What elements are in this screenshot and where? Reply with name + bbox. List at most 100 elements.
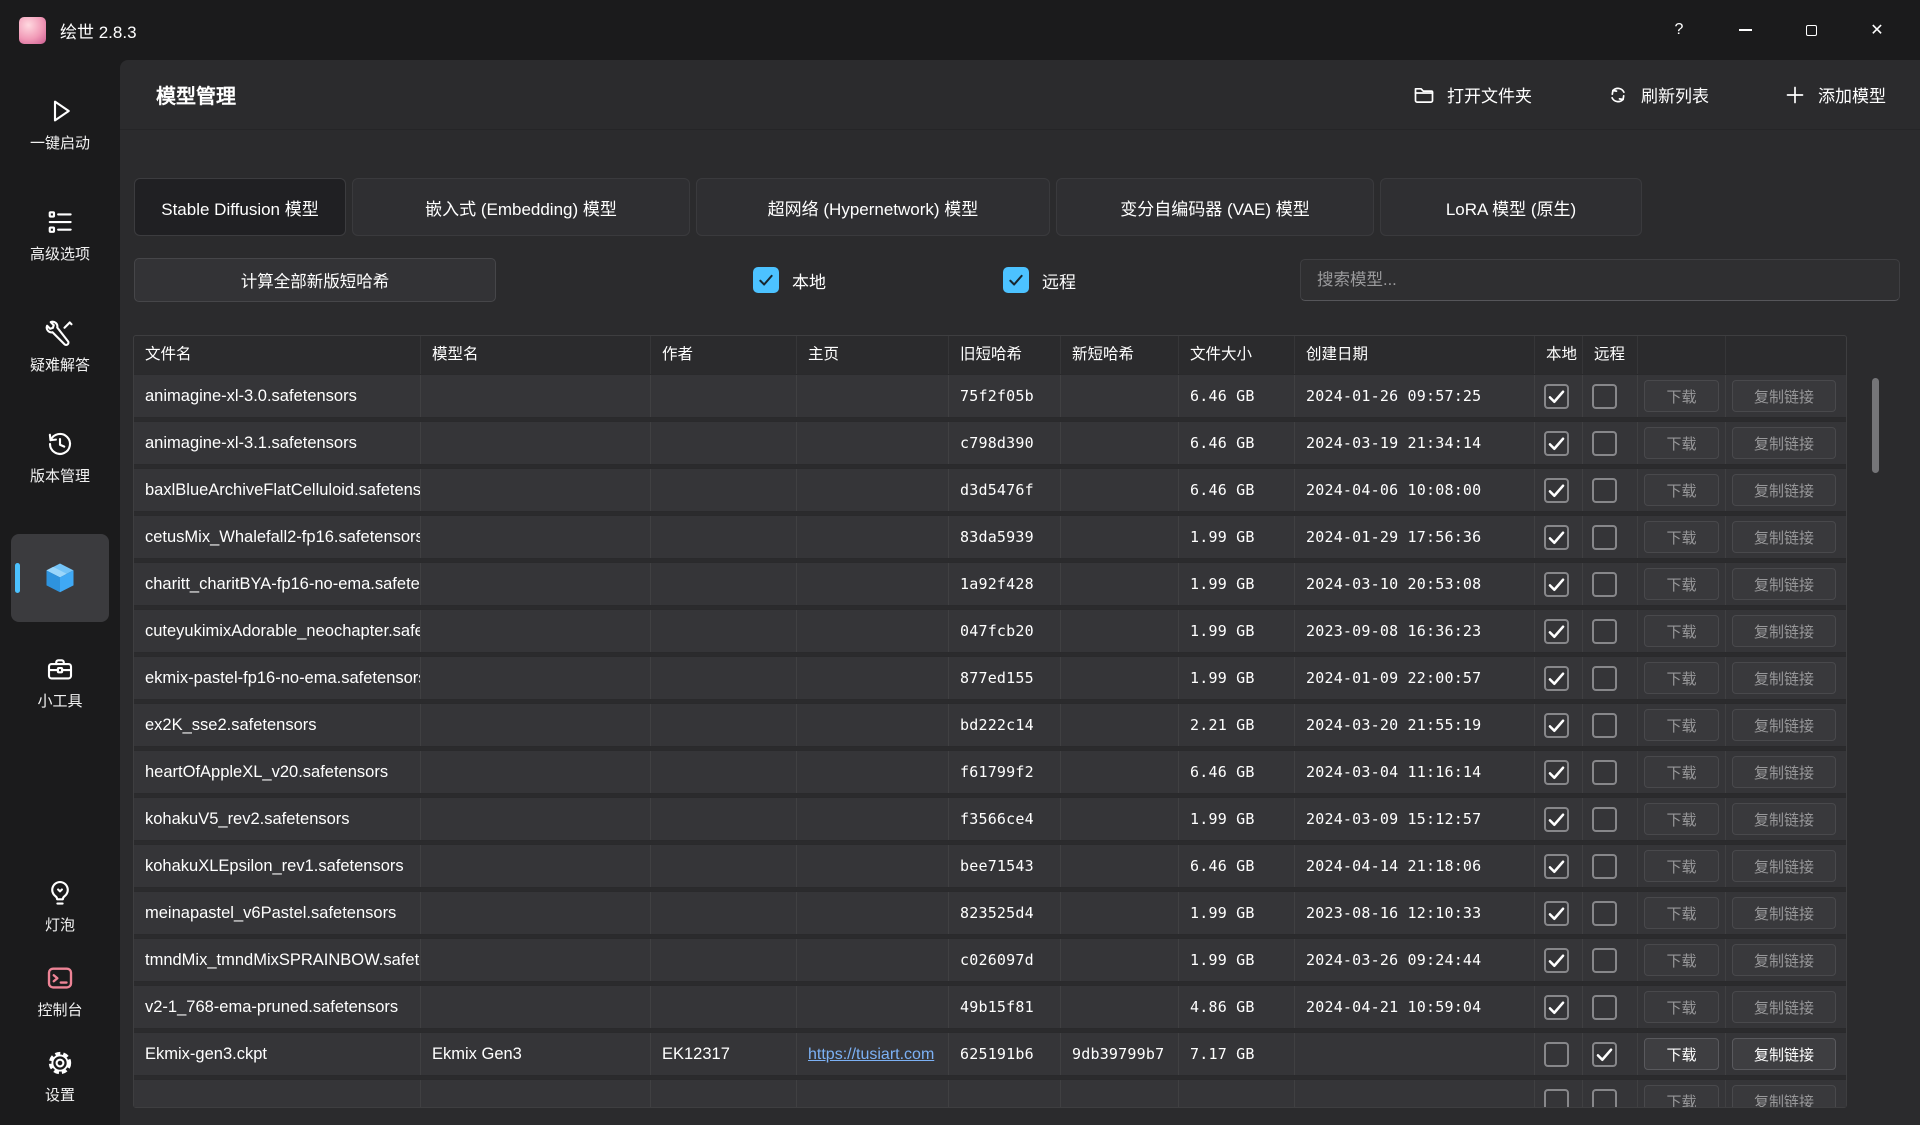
remote-checkbox[interactable] (1592, 478, 1617, 503)
table-row[interactable]: heartOfAppleXL_v20.safetensorsf61799f26.… (134, 750, 1846, 794)
table-row[interactable]: tmndMix_tmndMixSPRAINBOW.safetensorsc026… (134, 938, 1846, 982)
homepage-link[interactable]: https://tusiart.com (808, 1046, 934, 1063)
local-checkbox[interactable] (1544, 995, 1569, 1020)
remote-checkbox[interactable] (1592, 666, 1617, 691)
sidebar-item-advanced-options[interactable]: 高级选项 (0, 207, 120, 264)
search-input[interactable] (1300, 259, 1900, 301)
remote-checkbox[interactable] (1592, 431, 1617, 456)
close-button[interactable]: ✕ (1854, 8, 1900, 52)
copy-link-button[interactable]: 复制链接 (1732, 756, 1836, 788)
tab-3[interactable]: 超网络 (Hypernetwork) 模型 (696, 178, 1050, 236)
copy-link-button[interactable]: 复制链接 (1732, 568, 1836, 600)
download-button[interactable]: 下载 (1644, 1085, 1719, 1107)
remote-checkbox[interactable] (1592, 1089, 1617, 1108)
add-model-button[interactable]: 添加模型 (1775, 76, 1894, 113)
table-row[interactable]: 下载复制链接 (134, 1079, 1846, 1107)
copy-link-button[interactable]: 复制链接 (1732, 709, 1836, 741)
download-button[interactable]: 下载 (1644, 709, 1719, 741)
table-row[interactable]: charitt_charitBYA-fp16-no-ema.safetensor… (134, 562, 1846, 606)
table-row[interactable]: kohakuV5_rev2.safetensorsf3566ce41.99 GB… (134, 797, 1846, 841)
local-checkbox[interactable] (1544, 901, 1569, 926)
copy-link-button[interactable]: 复制链接 (1732, 944, 1836, 976)
sidebar-item-lightbulb[interactable]: 灯泡 (0, 878, 120, 935)
remote-checkbox[interactable] (1592, 948, 1617, 973)
copy-link-button[interactable]: 复制链接 (1732, 474, 1836, 506)
copy-link-button[interactable]: 复制链接 (1732, 380, 1836, 412)
download-button[interactable]: 下载 (1644, 521, 1719, 553)
download-button[interactable]: 下载 (1644, 756, 1719, 788)
local-checkbox[interactable] (1544, 572, 1569, 597)
table-row[interactable]: animagine-xl-3.0.safetensors75f2f05b6.46… (134, 374, 1846, 418)
sidebar-item-version-manager[interactable]: 版本管理 (0, 429, 120, 486)
vertical-scrollbar[interactable] (1872, 378, 1879, 473)
local-checkbox[interactable] (1544, 666, 1569, 691)
copy-link-button[interactable]: 复制链接 (1732, 1038, 1836, 1070)
open-folder-button[interactable]: 打开文件夹 (1404, 76, 1540, 113)
local-checkbox[interactable] (1544, 1089, 1569, 1108)
local-checkbox[interactable] (1544, 948, 1569, 973)
help-button[interactable]: ? (1656, 8, 1702, 52)
local-checkbox[interactable] (1544, 431, 1569, 456)
table-row[interactable]: animagine-xl-3.1.safetensorsc798d3906.46… (134, 421, 1846, 465)
table-row[interactable]: Ekmix-gen3.ckptEkmix Gen3EK12317https://… (134, 1032, 1846, 1076)
remote-checkbox[interactable] (1592, 384, 1617, 409)
remote-checkbox[interactable] (1592, 760, 1617, 785)
local-checkbox[interactable] (1544, 713, 1569, 738)
refresh-list-button[interactable]: 刷新列表 (1598, 76, 1717, 113)
tab-2[interactable]: 嵌入式 (Embedding) 模型 (352, 178, 690, 236)
download-button[interactable]: 下载 (1644, 474, 1719, 506)
copy-link-button[interactable]: 复制链接 (1732, 991, 1836, 1023)
remote-checkbox[interactable] (1592, 901, 1617, 926)
compute-hash-button[interactable]: 计算全部新版短哈希 (134, 258, 496, 302)
tab-5[interactable]: LoRA 模型 (原生) (1380, 178, 1642, 236)
download-button[interactable]: 下载 (1644, 991, 1719, 1023)
download-button[interactable]: 下载 (1644, 427, 1719, 459)
table-row[interactable]: v2-1_768-ema-pruned.safetensors49b15f814… (134, 985, 1846, 1029)
sidebar-item-launch[interactable]: 一键启动 (0, 96, 120, 153)
download-button[interactable]: 下载 (1644, 1038, 1719, 1070)
copy-link-button[interactable]: 复制链接 (1732, 615, 1836, 647)
copy-link-button[interactable]: 复制链接 (1732, 850, 1836, 882)
table-row[interactable]: meinapastel_v6Pastel.safetensors823525d4… (134, 891, 1846, 935)
table-row[interactable]: cuteyukimixAdorable_neochapter.safetenso… (134, 609, 1846, 653)
remote-checkbox[interactable] (1592, 1042, 1617, 1067)
download-button[interactable]: 下载 (1644, 662, 1719, 694)
table-row[interactable]: baxlBlueArchiveFlatCelluloid.safetensors… (134, 468, 1846, 512)
sidebar-item-small-tools[interactable]: 小工具 (0, 654, 120, 711)
local-checkbox[interactable] (1544, 854, 1569, 879)
download-button[interactable]: 下载 (1644, 615, 1719, 647)
local-filter-checkbox[interactable] (753, 267, 779, 293)
copy-link-button[interactable]: 复制链接 (1732, 521, 1836, 553)
copy-link-button[interactable]: 复制链接 (1732, 427, 1836, 459)
minimize-button[interactable] (1722, 8, 1768, 52)
table-row[interactable]: ekmix-pastel-fp16-no-ema.safetensors877e… (134, 656, 1846, 700)
maximize-button[interactable] (1788, 8, 1834, 52)
copy-link-button[interactable]: 复制链接 (1732, 662, 1836, 694)
table-row[interactable]: cetusMix_Whalefall2-fp16.safetensors83da… (134, 515, 1846, 559)
remote-checkbox[interactable] (1592, 713, 1617, 738)
sidebar-item-console[interactable]: 控制台 (0, 963, 120, 1020)
sidebar-item-settings[interactable]: 设置 (0, 1048, 120, 1105)
local-checkbox[interactable] (1544, 1042, 1569, 1067)
copy-link-button[interactable]: 复制链接 (1732, 803, 1836, 835)
download-button[interactable]: 下载 (1644, 568, 1719, 600)
download-button[interactable]: 下载 (1644, 803, 1719, 835)
download-button[interactable]: 下载 (1644, 944, 1719, 976)
copy-link-button[interactable]: 复制链接 (1732, 1085, 1836, 1107)
local-checkbox[interactable] (1544, 760, 1569, 785)
sidebar-item-model-manager[interactable] (11, 534, 109, 622)
download-button[interactable]: 下载 (1644, 380, 1719, 412)
table-row[interactable]: ex2K_sse2.safetensorsbd222c142.21 GB2024… (134, 703, 1846, 747)
local-checkbox[interactable] (1544, 619, 1569, 644)
local-checkbox[interactable] (1544, 807, 1569, 832)
remote-filter-checkbox[interactable] (1003, 267, 1029, 293)
remote-checkbox[interactable] (1592, 572, 1617, 597)
remote-checkbox[interactable] (1592, 619, 1617, 644)
remote-checkbox[interactable] (1592, 525, 1617, 550)
download-button[interactable]: 下载 (1644, 897, 1719, 929)
local-checkbox[interactable] (1544, 525, 1569, 550)
copy-link-button[interactable]: 复制链接 (1732, 897, 1836, 929)
local-checkbox[interactable] (1544, 384, 1569, 409)
download-button[interactable]: 下载 (1644, 850, 1719, 882)
local-checkbox[interactable] (1544, 478, 1569, 503)
